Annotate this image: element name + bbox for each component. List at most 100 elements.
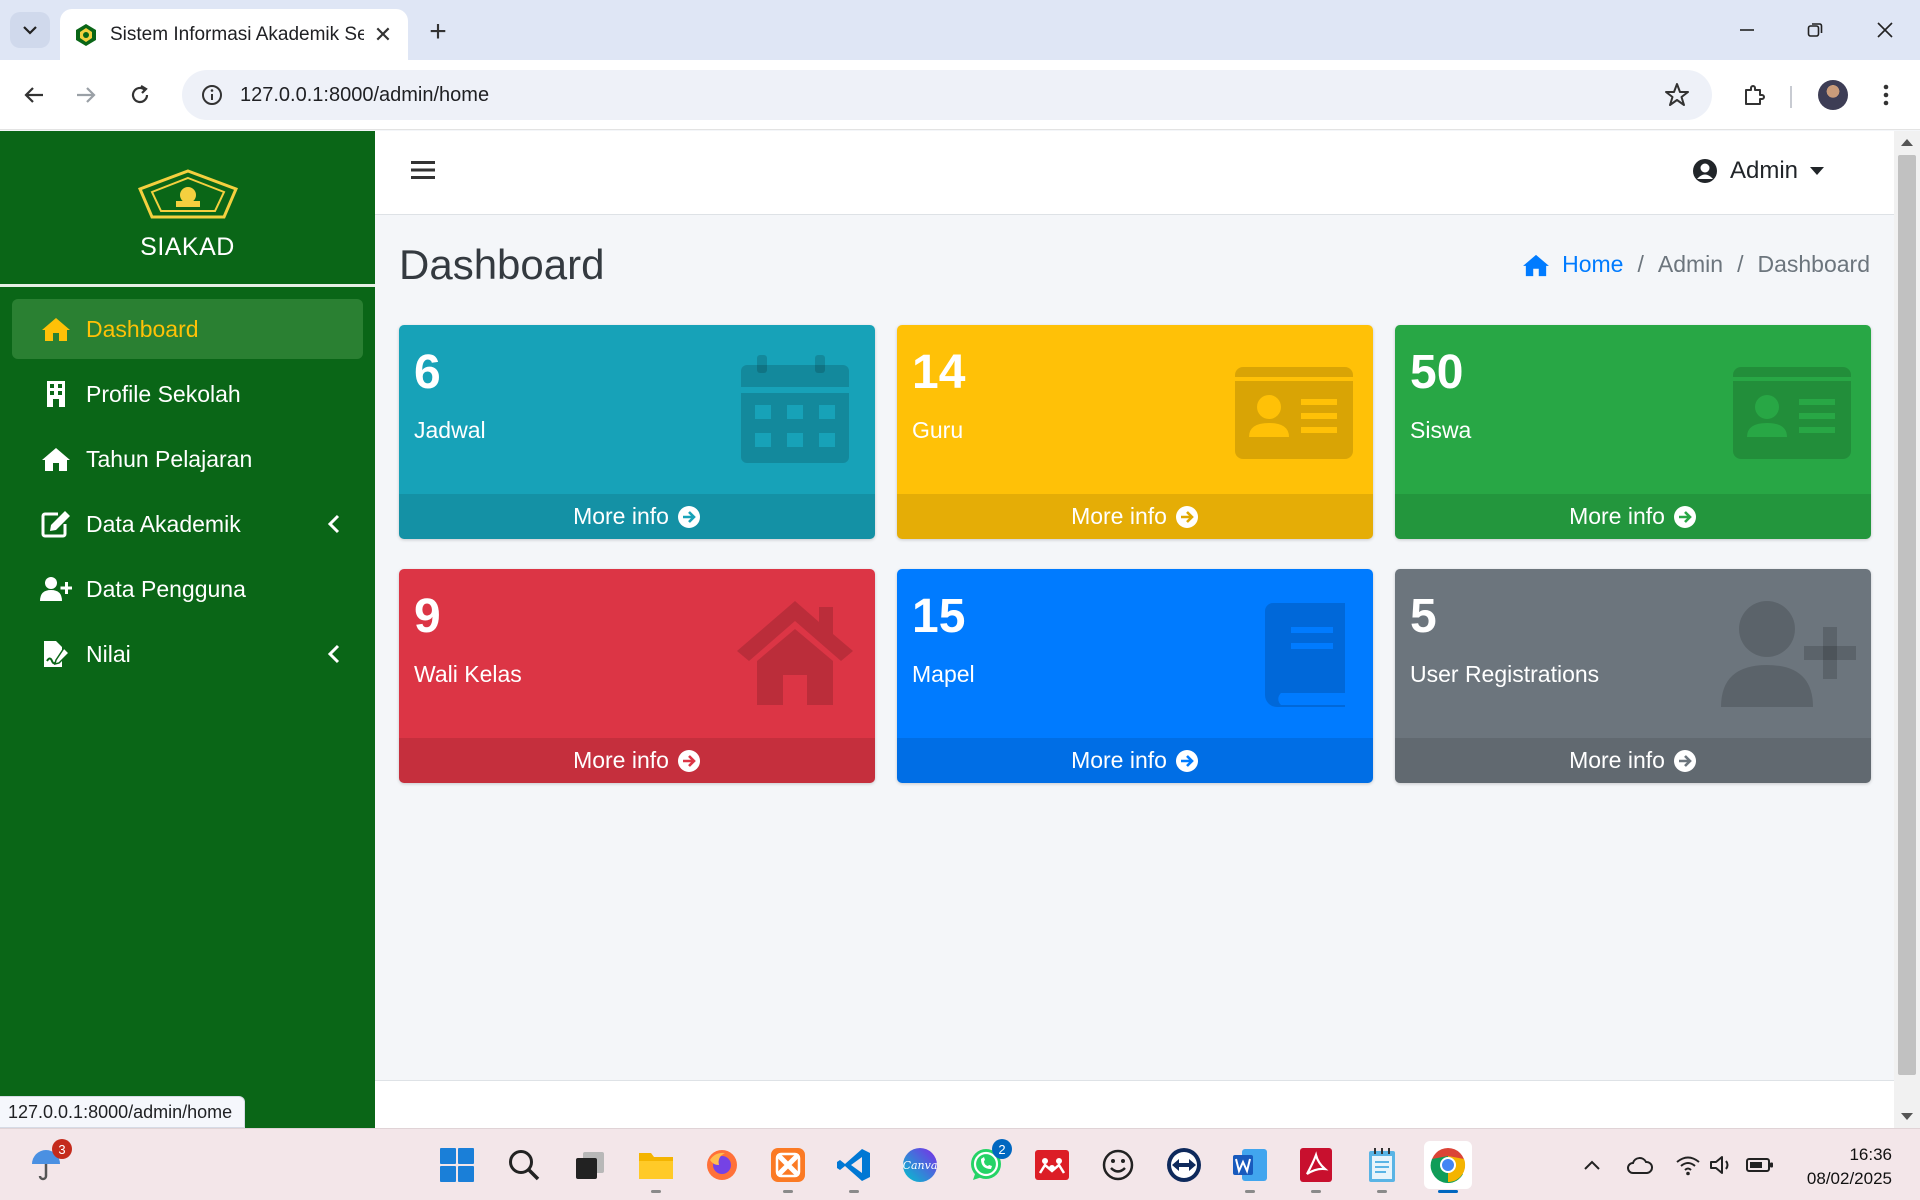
sidebar-item-profile-sekolah[interactable]: Profile Sekolah [12, 364, 363, 424]
restore-button[interactable] [1792, 10, 1838, 50]
stat-box-guru: 14 Guru More info [897, 325, 1373, 539]
show-hidden-icons-button[interactable] [1578, 1151, 1606, 1179]
hamburger-menu-icon[interactable] [411, 159, 435, 181]
sidebar-item-label: Profile Sekolah [86, 380, 241, 407]
vscode-app[interactable] [830, 1141, 878, 1193]
sidebar-item-tahun-pelajaran[interactable]: Tahun Pelajaran [12, 429, 363, 489]
breadcrumb-item-current: Dashboard [1757, 251, 1870, 277]
notification-badge: 2 [992, 1139, 1012, 1159]
more-info-label: More info [573, 503, 669, 529]
chrome-app[interactable] [1424, 1141, 1472, 1193]
sidebar-item-nilai[interactable]: Nilai [12, 624, 363, 684]
breadcrumb-home-label: Home [1562, 251, 1624, 277]
reload-button[interactable] [120, 75, 160, 115]
tab-title: Sistem Informasi Akademik Sek [110, 23, 364, 45]
main-footer [375, 1080, 1894, 1128]
pdf-icon [1300, 1148, 1332, 1182]
stat-box-wali-kelas: 9 Wali Kelas More info [399, 569, 875, 783]
profile-button[interactable] [1813, 75, 1853, 115]
brand-logo-icon [137, 169, 238, 219]
running-indicator [1245, 1190, 1255, 1193]
whatsapp-app[interactable]: 2 [962, 1139, 1012, 1189]
more-info-link[interactable]: More info [897, 494, 1373, 539]
tab-close-button[interactable]: ✕ [370, 22, 396, 48]
sidebar-item-dashboard[interactable]: Dashboard [12, 299, 363, 359]
minimize-icon [1740, 29, 1754, 31]
forward-button[interactable] [66, 75, 106, 115]
more-vertical-icon [1883, 84, 1889, 106]
top-navbar: Admin [375, 131, 1894, 215]
minimize-button[interactable] [1724, 10, 1770, 50]
running-indicator [783, 1190, 793, 1193]
site-info-icon[interactable] [198, 81, 226, 109]
word-icon [1233, 1149, 1267, 1181]
caret-down-icon [1810, 167, 1824, 175]
bookmark-star-icon[interactable] [1664, 82, 1690, 108]
sidebar-item-data-akademik[interactable]: Data Akademik [12, 494, 363, 554]
mendeley-app[interactable] [1028, 1141, 1076, 1189]
canva-app[interactable]: Canva [896, 1141, 944, 1189]
user-plus-icon [40, 574, 72, 604]
tab-search-button[interactable] [10, 12, 50, 48]
page-title: Dashboard [399, 241, 605, 288]
scroll-down-arrow-icon[interactable] [1901, 1113, 1913, 1120]
arrow-circle-right-icon [677, 749, 700, 772]
search-button[interactable] [500, 1141, 548, 1189]
sidebar: SIAKAD Dashboard Profile Sekolah Tahun P… [0, 131, 375, 1128]
brand-name: SIAKAD [140, 233, 235, 261]
acrobat-app[interactable] [1292, 1141, 1340, 1193]
onedrive-button[interactable] [1626, 1151, 1654, 1179]
chevron-left-icon [327, 514, 340, 534]
sidebar-item-label: Nilai [86, 640, 131, 667]
scrollbar-thumb[interactable] [1898, 155, 1916, 1075]
volume-button[interactable] [1708, 1151, 1736, 1179]
battery-button[interactable] [1746, 1151, 1774, 1179]
browser-menu-button[interactable] [1866, 75, 1906, 115]
back-button[interactable] [14, 75, 54, 115]
more-info-link[interactable]: More info [1395, 494, 1871, 539]
page-scrollbar[interactable] [1894, 131, 1920, 1128]
sidebar-item-label: Data Akademik [86, 510, 241, 537]
house-icon [737, 601, 853, 705]
brand[interactable]: SIAKAD [0, 131, 375, 287]
more-info-link[interactable]: More info [399, 738, 875, 783]
emoji-app[interactable] [1094, 1141, 1142, 1189]
user-dropdown[interactable]: Admin [1692, 157, 1824, 185]
address-bar[interactable]: 127.0.0.1:8000/admin/home [182, 70, 1712, 120]
breadcrumb-home[interactable]: Home [1522, 251, 1623, 278]
close-icon [1877, 22, 1893, 38]
calendar-icon [741, 355, 849, 463]
more-info-label: More info [1569, 747, 1665, 773]
task-view-button[interactable] [566, 1141, 614, 1189]
weather-widget[interactable]: 3 [22, 1139, 72, 1189]
running-indicator [1311, 1190, 1321, 1193]
word-app[interactable] [1226, 1141, 1274, 1193]
browser-toolbar: 127.0.0.1:8000/admin/home [0, 60, 1920, 130]
extensions-button[interactable] [1734, 75, 1774, 115]
breadcrumb-separator: / [1737, 251, 1744, 277]
more-info-link[interactable]: More info [1395, 738, 1871, 783]
wifi-button[interactable] [1674, 1151, 1702, 1179]
more-info-link[interactable]: More info [897, 738, 1373, 783]
stat-box-user-registrations: 5 User Registrations More info [1395, 569, 1871, 783]
more-info-link[interactable]: More info [399, 494, 875, 539]
wifi-icon [1676, 1156, 1700, 1176]
new-tab-button[interactable]: + [420, 14, 456, 50]
book-icon [1265, 603, 1345, 707]
more-info-label: More info [1569, 503, 1665, 529]
notification-badge: 3 [52, 1139, 72, 1159]
start-button[interactable] [433, 1141, 481, 1189]
notepad-app[interactable] [1358, 1141, 1406, 1193]
active-tab[interactable]: Sistem Informasi Akademik Sek ✕ [60, 9, 408, 60]
close-window-button[interactable] [1862, 10, 1908, 50]
xampp-app[interactable] [764, 1141, 812, 1193]
file-explorer-app[interactable] [632, 1141, 680, 1193]
content-wrapper: Admin Dashboard Home / Admin / Dashboard… [375, 131, 1894, 1128]
teamviewer-app[interactable] [1160, 1141, 1208, 1189]
firefox-app[interactable] [698, 1141, 746, 1189]
sidebar-item-data-pengguna[interactable]: Data Pengguna [12, 559, 363, 619]
scroll-up-arrow-icon[interactable] [1901, 139, 1913, 146]
system-clock[interactable]: 16:36 08/02/2025 [1807, 1143, 1892, 1191]
arrow-circle-right-icon [1175, 505, 1198, 528]
arrow-circle-right-icon [1673, 505, 1696, 528]
